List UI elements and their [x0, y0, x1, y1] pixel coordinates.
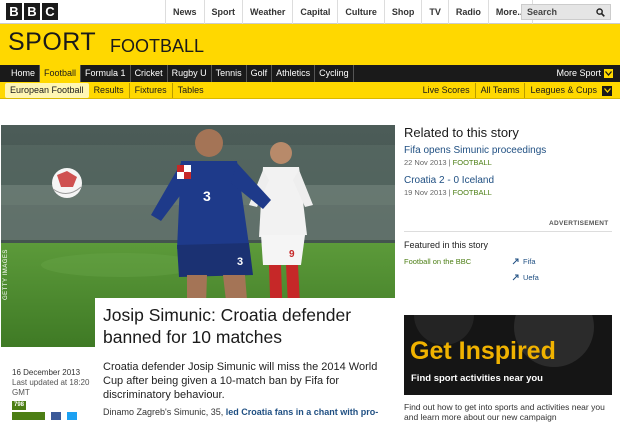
related-meta: 19 Nov 2013 | FOOTBALL [404, 188, 492, 197]
svg-text:3: 3 [237, 256, 243, 268]
featured-source-link[interactable]: Football on the BBC [404, 257, 471, 266]
subnav-results[interactable]: Results [89, 83, 129, 98]
sport-nav: Home Football Formula 1 Cricket Rugby U … [0, 65, 620, 82]
divider [404, 231, 612, 232]
sport-nav-home[interactable]: Home [7, 65, 41, 82]
global-nav-capital[interactable]: Capital [292, 0, 337, 24]
body-text: Dinamo Zagreb's Simunic, 35, [103, 407, 226, 417]
subnav-european-football[interactable]: European Football [5, 83, 89, 98]
bbc-logo[interactable]: B B C [6, 3, 58, 20]
external-link-icon [512, 274, 519, 281]
article-body-start: Dinamo Zagreb's Simunic, 35, led Croatia… [103, 407, 398, 418]
related-meta: 22 Nov 2013 | FOOTBALL [404, 158, 492, 167]
more-sport-button[interactable]: More Sport [556, 65, 613, 82]
related-date: 19 Nov 2013 [404, 188, 447, 197]
related-title: Related to this story [404, 125, 519, 140]
headline-box: Josip Simunic: Croatia defender banned f… [95, 298, 395, 350]
featured-link-label: Fifa [523, 257, 536, 266]
photo-credit: GETTY IMAGES [3, 249, 9, 300]
related-tag[interactable]: FOOTBALL [453, 188, 492, 197]
promo-tagline: Find sport activities near you [411, 373, 543, 384]
sport-nav-cycling[interactable]: Cycling [315, 65, 354, 82]
sport-nav-football[interactable]: Football [40, 65, 82, 82]
sport-title[interactable]: SPORT [8, 28, 96, 57]
chevron-down-icon[interactable] [602, 85, 612, 96]
comments-count-badge[interactable]: 798 [12, 401, 27, 410]
subnav-fixtures[interactable]: Fixtures [128, 83, 172, 98]
related-link[interactable]: Croatia 2 - 0 Iceland [404, 175, 494, 186]
global-nav-news[interactable]: News [165, 0, 204, 24]
svg-text:3: 3 [203, 188, 211, 204]
promo-headline: Get Inspired [410, 337, 556, 365]
svg-text:9: 9 [289, 249, 295, 260]
logo-letter: B [6, 3, 22, 20]
advertisement-label: ADVERTISEMENT [549, 220, 609, 227]
global-nav-weather[interactable]: Weather [242, 0, 292, 24]
featured-title: Featured in this story [404, 240, 489, 250]
global-nav: B B C News Sport Weather Capital Culture… [0, 0, 620, 24]
sport-nav-tennis[interactable]: Tennis [212, 65, 247, 82]
logo-letter: B [24, 3, 40, 20]
global-nav-radio[interactable]: Radio [447, 0, 488, 24]
sport-masthead: SPORT FOOTBALL [0, 24, 620, 65]
article-summary: Croatia defender Josip Simunic will miss… [103, 361, 378, 401]
promo-footer: Find out how to get into sports and acti… [404, 402, 605, 422]
logo-letter: C [42, 3, 58, 20]
featured-link-uefa[interactable]: Uefa [512, 273, 539, 282]
last-updated: Last updated at 18:20 GMT [12, 378, 90, 397]
global-nav-tv[interactable]: TV [421, 0, 448, 24]
subnav-live-scores[interactable]: Live Scores [418, 83, 475, 98]
search-placeholder: Search [527, 7, 558, 17]
football-sub-nav: European Football Results Fixtures Table… [0, 82, 620, 99]
related-tag[interactable]: FOOTBALL [453, 158, 492, 167]
body-link[interactable]: led Croatia fans in a chant with pro- [226, 407, 379, 417]
sport-nav-cricket[interactable]: Cricket [131, 65, 168, 82]
search-input[interactable]: Search [521, 4, 611, 20]
related-date: 22 Nov 2013 [404, 158, 447, 167]
global-nav-shop[interactable]: Shop [383, 0, 422, 24]
sport-nav-golf[interactable]: Golf [247, 65, 273, 82]
sport-nav-rugby-u[interactable]: Rugby U [168, 65, 212, 82]
featured-link-label: Uefa [523, 273, 539, 282]
get-inspired-promo[interactable]: Get Inspired Find sport activities near … [404, 315, 612, 395]
sport-nav-athletics[interactable]: Athletics [272, 65, 316, 82]
subnav-leagues-cups[interactable]: Leagues & Cups [524, 83, 602, 98]
article-headline: Josip Simunic: Croatia defender banned f… [103, 305, 352, 347]
featured-link-fifa[interactable]: Fifa [512, 257, 536, 266]
global-nav-items: News Sport Weather Capital Culture Shop … [165, 0, 533, 24]
subnav-tables[interactable]: Tables [171, 83, 209, 98]
global-nav-culture[interactable]: Culture [337, 0, 384, 24]
subnav-all-teams[interactable]: All Teams [474, 83, 525, 98]
chevron-down-icon [604, 69, 613, 78]
related-link[interactable]: Fifa opens Simunic proceedings [404, 145, 546, 156]
external-link-icon [512, 258, 519, 265]
more-sport-label: More Sport [556, 68, 601, 78]
article-date: 16 December 2013 [12, 368, 81, 377]
global-nav-sport[interactable]: Sport [203, 0, 243, 24]
search-icon[interactable] [596, 8, 605, 17]
sport-nav-formula-1[interactable]: Formula 1 [81, 65, 131, 82]
football [52, 168, 82, 198]
section-title[interactable]: FOOTBALL [110, 36, 204, 57]
